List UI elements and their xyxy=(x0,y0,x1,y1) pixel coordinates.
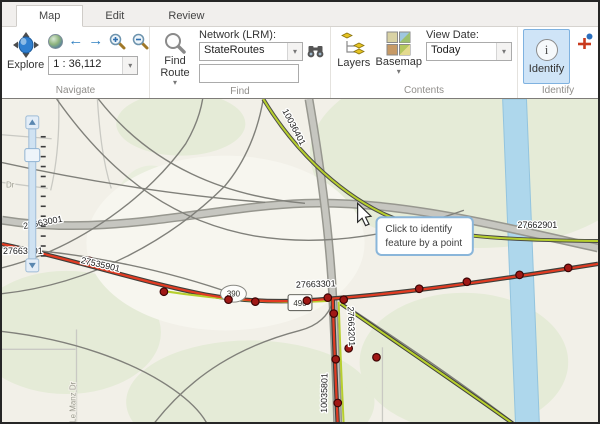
explore-compass-icon xyxy=(12,31,40,59)
app-window: Map Edit Review Explore xyxy=(0,0,600,424)
layers-tree-icon xyxy=(341,31,367,57)
zoom-slider-thumb[interactable] xyxy=(25,149,40,162)
street-label-le-manz-dr: Le Manz Dr xyxy=(69,381,78,422)
map-canvas[interactable]: 390 490 27663001 27663101 27535901 27663… xyxy=(2,99,598,424)
zoom-out-icon[interactable] xyxy=(131,32,149,50)
map-view: 390 490 27663001 27663101 27535901 27663… xyxy=(2,98,598,424)
route-label-10035801: 10035801 xyxy=(319,373,330,413)
group-contents: Layers Basemap ▾ View Date: xyxy=(331,27,518,98)
basemap-grid-icon xyxy=(386,31,411,56)
network-lrm-value: StateRoutes xyxy=(200,43,287,60)
layers-button[interactable]: Layers xyxy=(336,29,372,69)
basemap-button[interactable]: Basemap ▾ xyxy=(376,29,422,75)
identify-group-label: Identify xyxy=(523,85,593,98)
identify-label: Identify xyxy=(529,63,564,75)
zoom-in-icon[interactable] xyxy=(108,32,126,50)
route-label-27663301: 27663301 xyxy=(296,278,336,289)
find-route-magnifier-icon xyxy=(163,31,187,55)
map-scale-value: 1 : 36,112 xyxy=(49,57,122,74)
identify-tooltip: Click to identify feature by a point xyxy=(376,217,472,255)
contents-group-label: Contents xyxy=(336,85,512,98)
navigate-group-label: Navigate xyxy=(7,85,144,98)
street-label-dr: Dr xyxy=(6,180,15,189)
view-date-combo[interactable]: Today ▾ xyxy=(426,42,512,61)
tooltip-line-2: feature by a point xyxy=(385,238,462,249)
binoculars-icon[interactable] xyxy=(307,44,324,59)
layers-label: Layers xyxy=(337,57,370,69)
explore-label: Explore xyxy=(7,59,44,71)
group-navigate: Explore ← → xyxy=(2,27,150,98)
chevron-down-icon[interactable]: ▾ xyxy=(397,68,401,75)
chevron-down-icon[interactable]: ▾ xyxy=(496,43,511,60)
chevron-down-icon[interactable]: ▾ xyxy=(173,79,177,86)
chevron-down-icon[interactable]: ▾ xyxy=(122,57,137,74)
identify-button[interactable]: i Identify xyxy=(523,29,570,84)
chevron-down-icon[interactable]: ▾ xyxy=(287,43,302,60)
network-lrm-combo[interactable]: StateRoutes ▾ xyxy=(199,42,303,61)
find-route-button[interactable]: Find Route ▾ xyxy=(155,29,195,86)
map-scale-combo[interactable]: 1 : 36,112 ▾ xyxy=(48,56,138,75)
find-route-label-1: Find xyxy=(164,55,185,67)
tab-edit[interactable]: Edit xyxy=(83,6,146,26)
full-extent-globe-icon[interactable] xyxy=(48,34,63,49)
previous-extent-icon[interactable]: ← xyxy=(68,34,83,48)
identify-route-location-icon[interactable] xyxy=(576,33,593,50)
route-label-27662901: 27662901 xyxy=(518,220,558,230)
ribbon: Explore ← → xyxy=(2,27,598,98)
tab-review[interactable]: Review xyxy=(146,6,226,26)
network-lrm-label: Network (LRM): xyxy=(199,29,324,41)
view-date-value: Today xyxy=(427,43,496,60)
tooltip-line-1: Click to identify xyxy=(385,224,452,235)
identify-i-icon: i xyxy=(536,39,558,61)
view-date-label: View Date: xyxy=(426,29,512,41)
route-label-27663201: 27663201 xyxy=(346,306,357,346)
next-extent-icon[interactable]: → xyxy=(88,34,103,48)
route-id-input[interactable] xyxy=(199,64,299,83)
group-find: Find Route ▾ Network (LRM): StateRoutes … xyxy=(150,27,331,98)
route-label-27663101: 27663101 xyxy=(3,246,43,256)
explore-button[interactable]: Explore xyxy=(7,29,44,71)
group-identify: i Identify Identify xyxy=(518,27,598,98)
tab-map[interactable]: Map xyxy=(16,5,83,27)
ribbon-tab-bar: Map Edit Review xyxy=(2,2,598,27)
